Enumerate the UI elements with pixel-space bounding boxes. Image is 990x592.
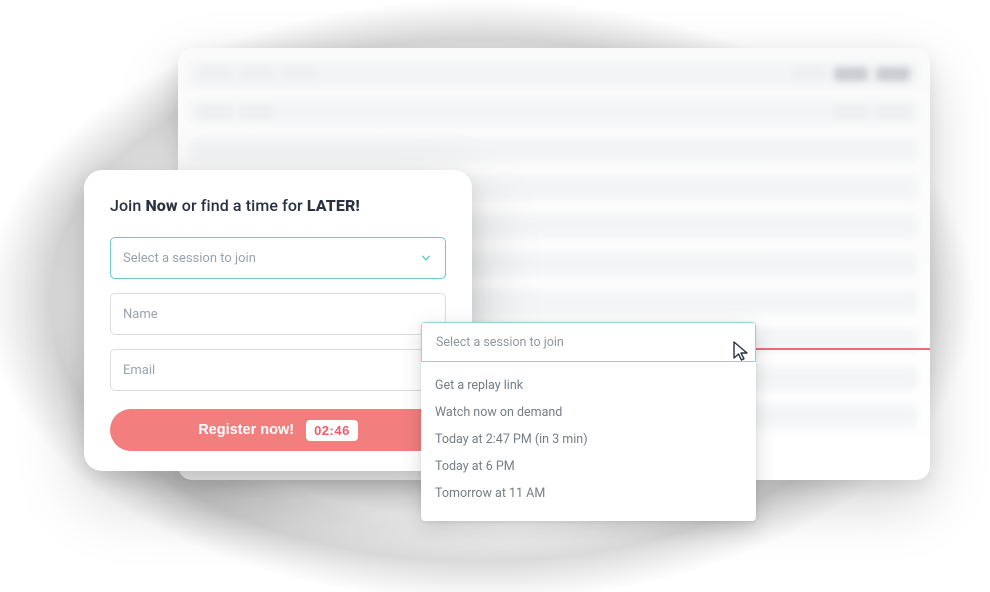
- session-dropdown-popover: Select a session to join Get a replay li…: [421, 322, 756, 521]
- dropdown-option[interactable]: Today at 6 PM: [435, 453, 742, 480]
- register-now-button[interactable]: Register now! 02:46: [110, 409, 446, 451]
- dropdown-header-label: Select a session to join: [436, 335, 564, 350]
- dropdown-option[interactable]: Watch now on demand: [435, 399, 742, 426]
- dropdown-option[interactable]: Get a replay link: [435, 372, 742, 399]
- chevron-down-icon: [419, 251, 433, 265]
- heading-bold-later: LATER!: [307, 196, 360, 215]
- dropdown-header[interactable]: Select a session to join: [421, 322, 756, 362]
- heading-middle: or find a time for: [178, 196, 307, 215]
- countdown-timer-badge: 02:46: [306, 420, 358, 441]
- heading-prefix: Join: [110, 196, 145, 215]
- session-select-placeholder: Select a session to join: [123, 251, 256, 266]
- email-field[interactable]: Email: [110, 349, 446, 391]
- registration-card: Join Now or find a time for LATER! Selec…: [84, 170, 472, 471]
- session-select[interactable]: Select a session to join: [110, 237, 446, 279]
- register-button-label: Register now!: [198, 422, 294, 438]
- dropdown-option[interactable]: Today at 2:47 PM (in 3 min): [435, 426, 742, 453]
- heading-bold-now: Now: [145, 196, 177, 215]
- card-heading: Join Now or find a time for LATER!: [110, 196, 446, 215]
- email-placeholder: Email: [123, 363, 155, 378]
- name-field[interactable]: Name: [110, 293, 446, 335]
- dropdown-option[interactable]: Tomorrow at 11 AM: [435, 480, 742, 507]
- dropdown-options-list: Get a replay link Watch now on demand To…: [421, 362, 756, 521]
- name-placeholder: Name: [123, 307, 158, 322]
